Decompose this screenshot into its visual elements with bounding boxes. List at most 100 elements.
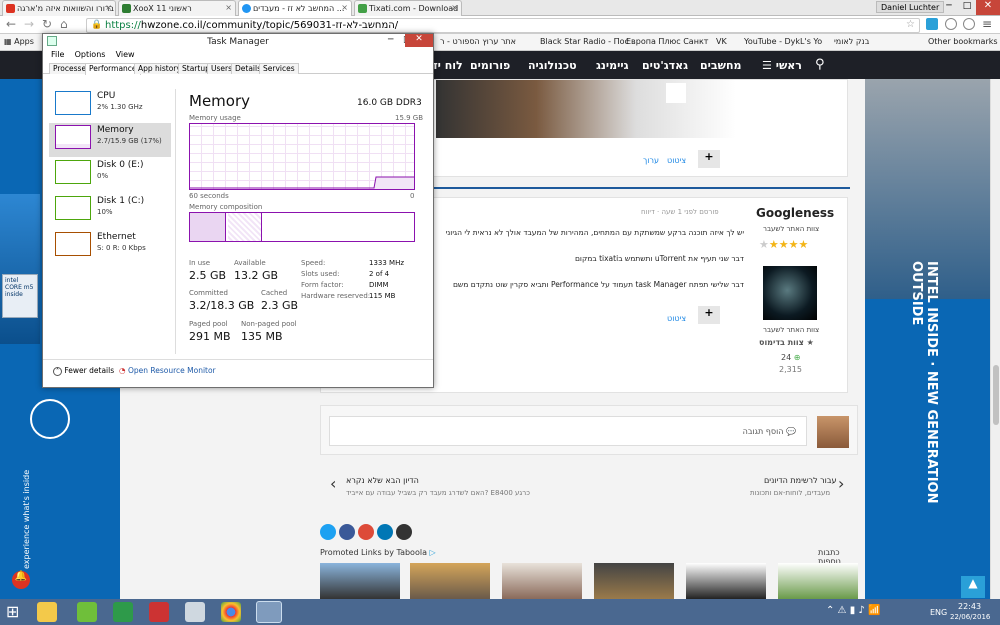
browser-tab-active[interactable]: המחשב לא זז - מעבדים ... × [238, 0, 352, 16]
maximize-button[interactable]: □ [958, 1, 976, 11]
perf-item-disk1[interactable]: Disk 1 (C:) 10% [49, 194, 171, 228]
open-resource-monitor-link[interactable]: ◔ Open Resource Monitor [119, 366, 216, 375]
nav-item-gaming[interactable]: גיימינג [596, 59, 629, 72]
chrome-icon[interactable] [221, 602, 241, 622]
menu-file[interactable]: File [51, 50, 64, 59]
perf-item-memory[interactable]: Memory 2.7/15.9 GB (17%) [49, 123, 171, 157]
tab-performance[interactable]: Performance [85, 63, 141, 75]
other-bookmarks[interactable]: Other bookmarks [928, 37, 998, 46]
browser-tab[interactable]: Tixati.com - Download × [354, 0, 462, 16]
chevron-up-icon: ˄ [53, 367, 62, 376]
extension-icon[interactable] [945, 18, 957, 30]
nav-item-computers[interactable]: מחשבים [700, 59, 741, 72]
promoted-thumb[interactable] [502, 563, 582, 599]
perf-item-disk0[interactable]: Disk 0 (E:) 0% [49, 158, 171, 192]
email-icon[interactable] [396, 524, 412, 540]
calculator-icon[interactable] [185, 602, 205, 622]
menu-view[interactable]: View [116, 50, 135, 59]
task-manager-taskbar-icon[interactable] [256, 601, 282, 623]
browser-tab[interactable]: XooX 11 ראשוני × [118, 0, 236, 16]
promoted-thumb[interactable] [320, 563, 400, 599]
promoted-links-label[interactable]: Promoted Links by Taboola ▷ [320, 548, 436, 557]
perf-item-ethernet[interactable]: Ethernet S: 0 R: 0 Kbps [49, 230, 171, 264]
browser-tab[interactable]: ברורו והשוואות איזה מ'ארגה × [2, 0, 116, 16]
plus-button[interactable]: + [698, 150, 720, 168]
apps-bookmark[interactable]: ▦ Apps [4, 37, 34, 46]
tray-icons[interactable]: ⌃ ⚠ ▮ ♪ 📶 [826, 605, 880, 616]
reload-icon[interactable]: ↻ [42, 17, 52, 31]
promoted-thumb[interactable] [778, 563, 858, 599]
file-explorer-icon[interactable] [37, 602, 57, 622]
prev-topic-title[interactable]: הדיון הבא שלא נקרא [346, 476, 419, 485]
tab-services[interactable]: Services [259, 63, 299, 74]
back-icon[interactable]: ← [6, 17, 16, 31]
chevron-right-icon[interactable]: › [838, 474, 844, 493]
search-icon[interactable]: ⚲ [815, 57, 825, 72]
close-icon[interactable]: × [341, 3, 348, 12]
bookmark-item[interactable]: אתר ערוץ הספורט - ר [440, 37, 516, 46]
googleplus-icon[interactable] [358, 524, 374, 540]
close-icon[interactable]: × [451, 3, 458, 12]
reply-input[interactable]: הוסף תגובה 💬 [329, 416, 807, 446]
scrollbar[interactable] [990, 79, 1000, 599]
quote-button[interactable]: ציטוט [667, 156, 686, 165]
tab-label: ברורו והשוואות איזה מ'ארגה [17, 4, 115, 13]
scroll-top-button[interactable]: ▲ [961, 576, 985, 598]
promoted-thumb[interactable] [594, 563, 674, 599]
utorrent-icon[interactable] [77, 602, 97, 622]
promoted-thumb[interactable] [686, 563, 766, 599]
bookmark-item[interactable]: VK [716, 37, 727, 46]
promoted-thumb[interactable] [410, 563, 490, 599]
extension-icon[interactable] [963, 18, 975, 30]
bookmark-item[interactable]: YouTube - DykL's Yo [744, 37, 822, 46]
close-window-button[interactable]: ✕ [405, 34, 433, 47]
scroll-thumb[interactable] [993, 365, 999, 425]
nav-item-forums[interactable]: פורומים [470, 59, 510, 72]
fewer-details-button[interactable]: ˄ Fewer details [53, 366, 114, 376]
alarm-icon[interactable] [149, 602, 169, 622]
bookmark-item[interactable]: בנק לאומי [834, 37, 869, 46]
close-icon[interactable]: × [225, 3, 232, 12]
menu-options[interactable]: Options [75, 50, 106, 59]
minimize-button[interactable]: ─ [388, 35, 393, 45]
edit-button[interactable]: ערוך [643, 156, 659, 165]
divider [43, 359, 433, 360]
profile-button[interactable]: Daniel Luchter [876, 1, 945, 13]
forward-icon[interactable]: → [24, 17, 34, 31]
address-bar[interactable]: 🔒 https://hwzone.co.il/community/topic/5… [86, 18, 920, 33]
perf-item-cpu[interactable]: CPU 2% 1.30 GHz [49, 89, 171, 123]
stat-label: Slots used: [301, 270, 340, 278]
nav-item-gadgets[interactable]: גאדג'טים [642, 59, 688, 72]
home-icon[interactable]: ⌂ [60, 17, 68, 31]
avatar[interactable] [763, 266, 817, 320]
reply-placeholder: הוסף תגובה [742, 427, 784, 436]
twitter-icon[interactable] [320, 524, 336, 540]
skype-icon[interactable] [926, 18, 938, 30]
plus-button[interactable]: + [698, 306, 720, 324]
next-topic-title[interactable]: עבור לרשימת הדיונים [764, 476, 837, 485]
task-manager-titlebar[interactable]: Task Manager ─ □ ✕ [43, 34, 433, 50]
menu-icon[interactable]: ≡ [982, 17, 992, 31]
bookmark-item[interactable]: Black Star Radio - Пос [540, 37, 629, 46]
bookmark-item[interactable]: Европа Плюс Санкт [626, 37, 708, 46]
author-name[interactable]: Googleness [756, 206, 834, 220]
linkedin-icon[interactable] [377, 524, 393, 540]
nav-item-technology[interactable]: טכנולוגיה [528, 59, 577, 72]
notification-bell-icon[interactable]: 🔔 [12, 571, 30, 589]
perf-item-value: S: 0 R: 0 Kbps [97, 244, 146, 252]
language-indicator[interactable]: ENG [930, 608, 947, 617]
store-icon[interactable] [113, 602, 133, 622]
close-window-button[interactable]: ✕ [976, 0, 1000, 15]
clock-time[interactable]: 22:43 [958, 602, 981, 611]
clock-date[interactable]: 22/06/2016 [950, 613, 990, 621]
quote-button[interactable]: ציטוט [667, 314, 686, 323]
close-icon[interactable]: × [105, 3, 112, 12]
star-icon[interactable]: ☆ [906, 19, 915, 30]
minimize-button[interactable]: ─ [940, 1, 958, 11]
chevron-left-icon[interactable]: ‹ [330, 474, 336, 493]
facebook-icon[interactable] [339, 524, 355, 540]
tab-label: המחשב לא זז - מעבדים ... [253, 4, 345, 13]
right-ad-banner[interactable]: INTEL INSIDE · NEW GENERATION OUTSIDE ▲ [865, 79, 990, 599]
windows-start-icon[interactable]: ⊞ [6, 602, 19, 621]
nav-item-home[interactable]: ☰ ראשי [762, 59, 802, 72]
